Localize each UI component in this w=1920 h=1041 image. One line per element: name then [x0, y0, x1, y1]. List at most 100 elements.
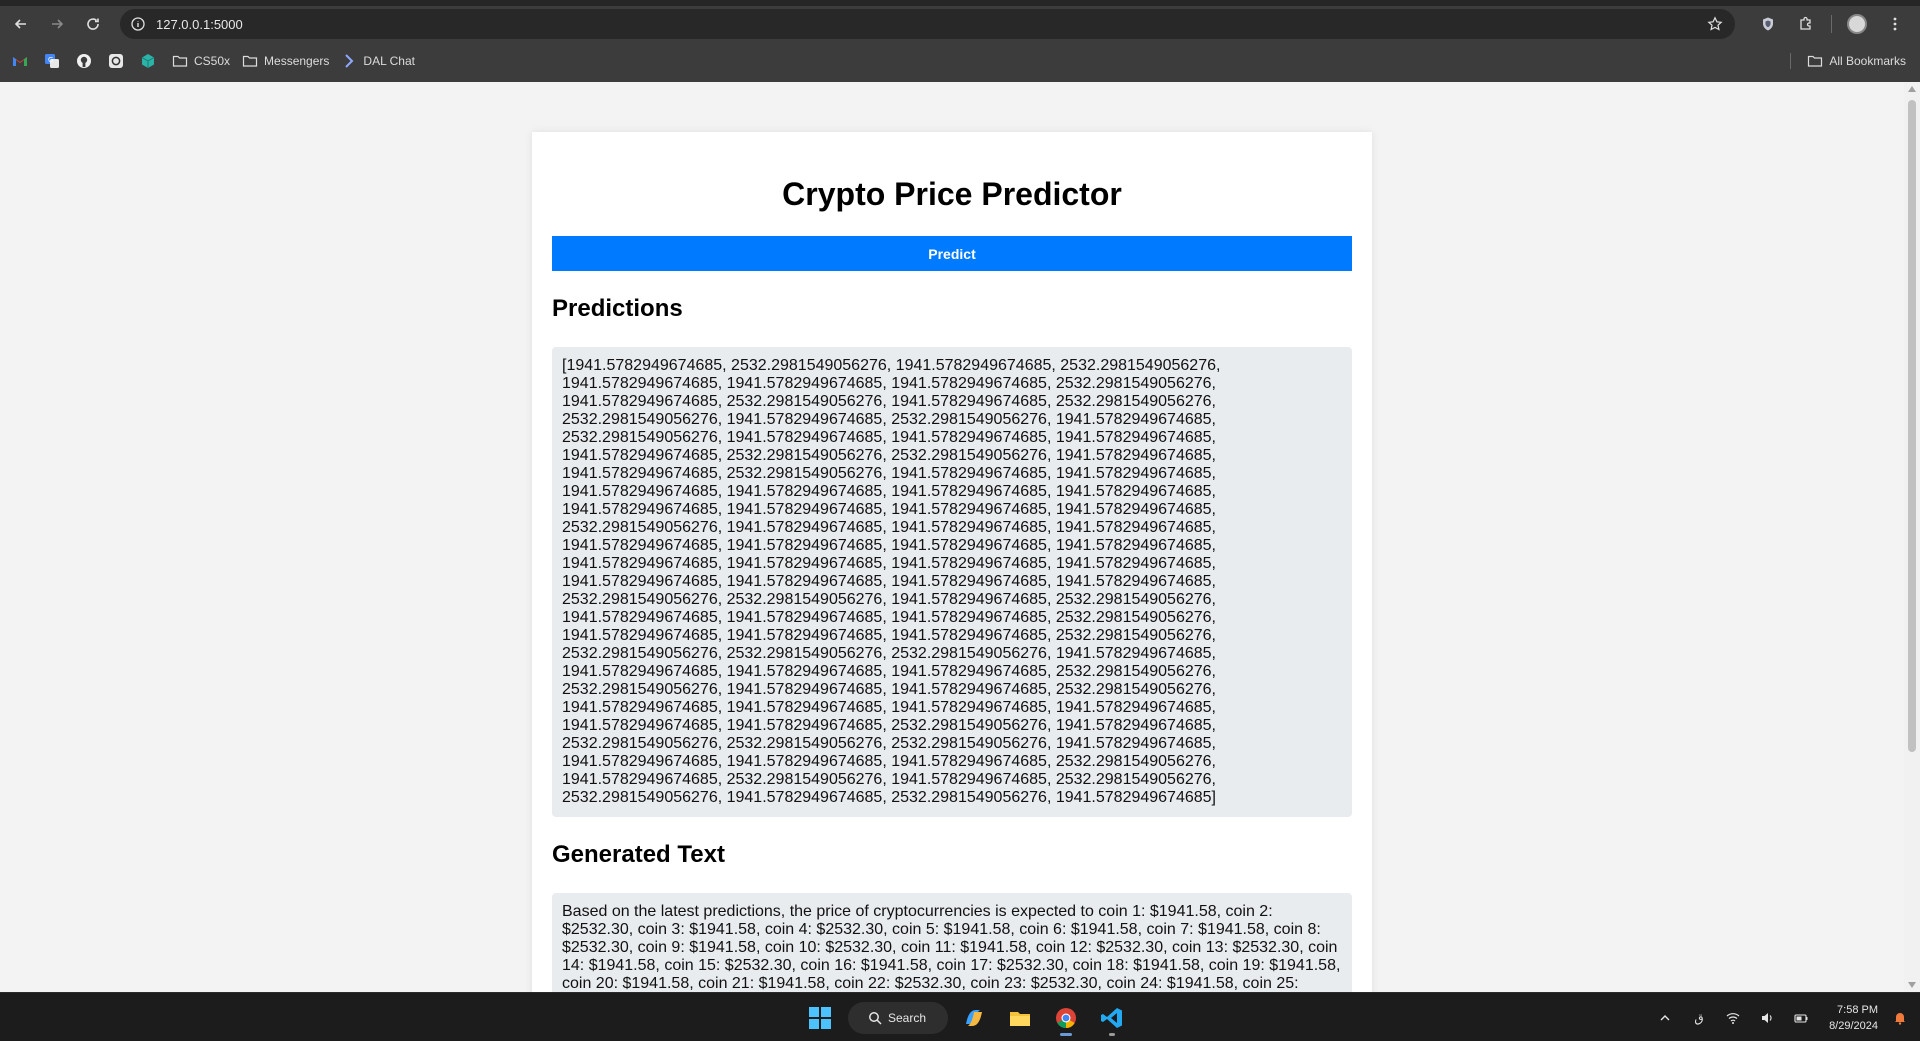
prediction-line: 2532.2981549056276, 1941.5782949674685, …: [562, 681, 1216, 698]
prediction-line: 1941.5782949674685, 1941.5782949674685, …: [562, 717, 1216, 734]
copilot-icon: [966, 1009, 982, 1026]
start-button[interactable]: [800, 998, 840, 1038]
all-bookmarks-label: All Bookmarks: [1829, 54, 1906, 68]
forward-button[interactable]: [42, 9, 72, 39]
prediction-line: 1941.5782949674685, 1941.5782949674685, …: [562, 555, 1216, 572]
menu-button[interactable]: [1882, 11, 1908, 37]
taskbar-app-chrome[interactable]: [1046, 998, 1086, 1038]
url-text[interactable]: 127.0.0.1:5000: [156, 17, 243, 32]
wifi-icon: [1726, 1012, 1740, 1024]
page-scrollbar[interactable]: [1904, 82, 1920, 992]
folder-icon: [172, 55, 188, 67]
arrow-left-icon: [14, 19, 26, 29]
prediction-line: 1941.5782949674685, 1941.5782949674685, …: [562, 483, 1216, 500]
shield-icon: [1763, 17, 1773, 31]
taskbar-search[interactable]: Search: [848, 1001, 948, 1034]
profile-button[interactable]: [1844, 11, 1870, 37]
scroll-down-arrow[interactable]: [1908, 982, 1916, 988]
browser-toolbar: 127.0.0.1:5000: [0, 6, 1920, 42]
prediction-line: 1941.5782949674685, 1941.5782949674685, …: [562, 663, 1216, 680]
svg-text:G: G: [48, 56, 53, 64]
battery-icon: [1794, 1013, 1808, 1023]
prediction-line: [1941.5782949674685, 2532.2981549056276,…: [562, 357, 1221, 374]
system-tray: ق 7:58 PM 8/29/2024: [1653, 993, 1920, 1041]
taskbar-app-vscode[interactable]: [1092, 998, 1132, 1038]
windows-logo-icon: [809, 1006, 831, 1029]
site-info-icon[interactable]: [130, 16, 146, 32]
taskbar-app-file-explorer[interactable]: [1000, 998, 1040, 1038]
active-indicator: [1060, 1032, 1072, 1036]
open-indicator: [1109, 1032, 1115, 1036]
clock-date: 8/29/2024: [1829, 1019, 1878, 1032]
cube-icon[interactable]: [140, 53, 156, 69]
bookmark-dal-chat[interactable]: DAL Chat: [341, 53, 415, 69]
vscode-icon: [1101, 1007, 1122, 1028]
notifications-button[interactable]: [1888, 1006, 1912, 1030]
windows-taskbar: Search ق 7:58 PM 8/29/2024: [0, 992, 1920, 1041]
bookmark-label: Messengers: [264, 54, 330, 68]
extensions-button[interactable]: [1793, 11, 1819, 37]
taskbar-clock[interactable]: 7:58 PM 8/29/2024: [1829, 1002, 1878, 1034]
bookmark-messengers[interactable]: Messengers: [242, 53, 329, 69]
battery-button[interactable]: [1789, 1006, 1813, 1030]
back-button[interactable]: [6, 9, 36, 39]
generated-text-output: Based on the latest predictions, the pri…: [552, 893, 1352, 992]
dal-chat-icon: [345, 54, 354, 68]
shield-extension-button[interactable]: [1755, 11, 1781, 37]
main-card: Crypto Price Predictor Predict Predictio…: [532, 132, 1372, 992]
folder-icon: [1010, 1011, 1030, 1026]
openai-icon[interactable]: [108, 53, 124, 69]
all-bookmarks[interactable]: All Bookmarks: [1790, 47, 1906, 75]
predictions-heading: Predictions: [552, 295, 683, 322]
tray-overflow-button[interactable]: [1653, 1006, 1677, 1030]
arrow-right-icon: [52, 19, 64, 29]
bookmark-cs50x[interactable]: CS50x: [172, 53, 230, 69]
scroll-up-arrow[interactable]: [1908, 86, 1916, 92]
chrome-icon: [1056, 1007, 1076, 1028]
prediction-line: 1941.5782949674685, 1941.5782949674685, …: [562, 609, 1216, 626]
generated-text-heading: Generated Text: [552, 841, 725, 868]
prediction-line: 2532.2981549056276, 1941.5782949674685, …: [562, 789, 1216, 806]
bookmarks-bar: G CS50x Messengers DAL Chat All Bookmark…: [0, 47, 1920, 75]
bell-icon: [1895, 1012, 1905, 1025]
folder-icon: [1808, 55, 1823, 67]
prediction-line: 1941.5782949674685, 2532.2981549056276, …: [562, 393, 1216, 410]
bookmark-label: CS50x: [194, 54, 231, 68]
gmail-icon[interactable]: [12, 53, 28, 69]
prediction-line: 1941.5782949674685, 1941.5782949674685, …: [562, 753, 1216, 770]
page-title: Crypto Price Predictor: [782, 176, 1122, 212]
bookmark-label: DAL Chat: [363, 54, 415, 68]
toolbar-right: [1755, 6, 1920, 42]
reload-button[interactable]: [78, 9, 108, 39]
github-icon[interactable]: [76, 53, 92, 69]
scrollbar-thumb[interactable]: [1908, 100, 1916, 752]
prediction-line: 2532.2981549056276, 1941.5782949674685, …: [562, 411, 1216, 428]
taskbar-apps: Search: [800, 993, 1132, 1041]
page-viewport: Crypto Price Predictor Predict Predictio…: [0, 82, 1904, 992]
prediction-line: 2532.2981549056276, 2532.2981549056276, …: [562, 645, 1216, 662]
prediction-line: 1941.5782949674685, 1941.5782949674685, …: [562, 375, 1216, 392]
chevron-up-icon: [1660, 1014, 1670, 1020]
address-bar[interactable]: 127.0.0.1:5000: [120, 9, 1735, 39]
predictions-output: [1941.5782949674685, 2532.2981549056276,…: [552, 347, 1352, 817]
prediction-line: 1941.5782949674685, 1941.5782949674685, …: [562, 573, 1216, 590]
toolbar-separator: [1831, 15, 1832, 33]
translate-icon[interactable]: G: [44, 53, 60, 69]
prediction-line: 2532.2981549056276, 1941.5782949674685, …: [562, 429, 1216, 446]
wifi-button[interactable]: [1721, 1006, 1745, 1030]
language-indicator[interactable]: ق: [1687, 1006, 1711, 1030]
volume-button[interactable]: [1755, 1006, 1779, 1030]
bookmarks-separator: [1790, 53, 1792, 69]
bookmark-star-icon[interactable]: [1707, 16, 1723, 32]
prediction-line: 1941.5782949674685, 2532.2981549056276, …: [562, 447, 1216, 464]
prediction-line: 1941.5782949674685, 1941.5782949674685, …: [562, 627, 1216, 644]
search-icon: [869, 1011, 882, 1025]
folder-icon: [242, 55, 258, 67]
taskbar-app-copilot[interactable]: [954, 998, 994, 1038]
reload-icon: [87, 18, 99, 30]
prediction-line: 1941.5782949674685, 1941.5782949674685, …: [562, 501, 1216, 518]
prediction-line: 1941.5782949674685, 2532.2981549056276, …: [562, 465, 1216, 482]
browser-chrome: 127.0.0.1:5000 G CS50x Messengers DAL Ch…: [0, 0, 1920, 82]
predict-button[interactable]: Predict: [552, 236, 1352, 271]
avatar: [1847, 14, 1867, 34]
